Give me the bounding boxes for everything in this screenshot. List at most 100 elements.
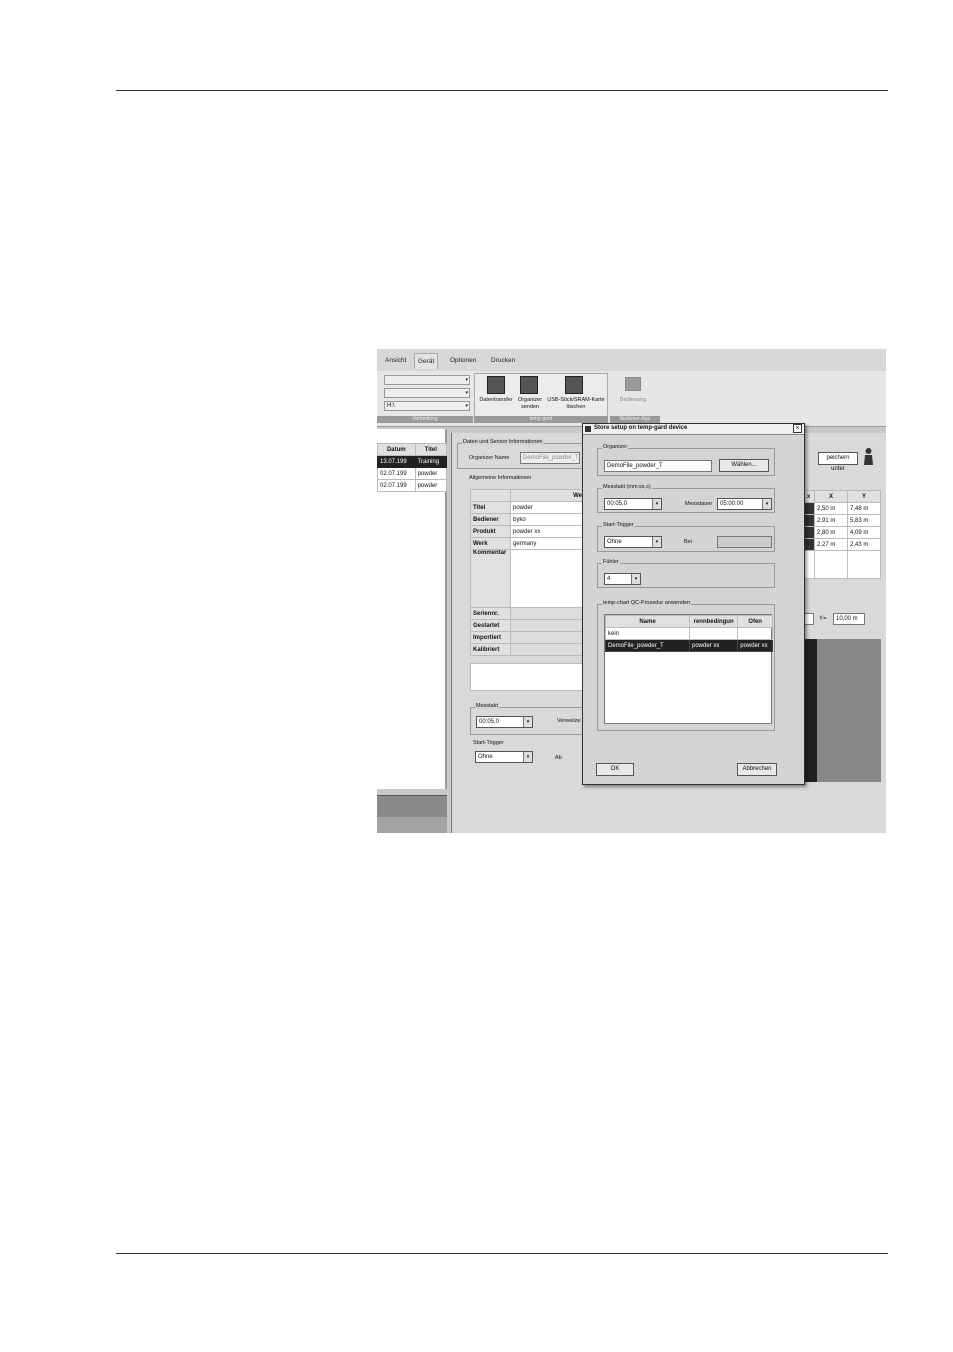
info-label: Kommentar [470,549,511,608]
list-row-date: 02.07.199 [377,479,416,492]
list-row[interactable]: 02.07.199 powder [377,479,448,492]
table-row[interactable]: 2,27 m 2,43 m [802,538,881,551]
person-icon [863,447,874,465]
qc-row[interactable]: kein [605,627,773,640]
connection-path-combo[interactable]: H:\ ▾ [384,401,470,411]
tab-drucken[interactable]: Drucken [488,353,518,369]
qc-row[interactable]: DemoFile_powder_T powder xx powder xx [605,639,773,652]
info-table-value-header: We [510,489,585,502]
info-label: Kalibriert [470,643,511,656]
messtakt-dropdown[interactable]: 00:05,0 ▾ [604,498,662,510]
organizer-name-field[interactable]: DemoFile_powder_T [520,452,580,464]
list-row-title: Training [414,455,448,468]
info-table-empty-area [470,663,585,691]
organizer-send-icon[interactable] [520,376,538,394]
application-screenshot: Ansicht Gerät Optionen Drucken ▾ ▾ H:\ ▾ … [377,349,886,833]
usb-delete-icon[interactable] [565,376,583,394]
table-row[interactable]: 2,91 m 5,83 m [802,514,881,527]
coordinates-table: x X Y 2,50 m 7,48 m 2,91 m 5,83 m 2,80 m 4,… [802,490,881,579]
chevron-down-icon[interactable]: ▾ [523,717,532,727]
organizer-field[interactable]: DemoFile_powder_T [604,460,712,472]
qc-row-name: DemoFile_powder_T [605,639,690,652]
qc-row-condition [688,627,739,640]
info-table-corner [470,489,511,502]
qc-row-name: kein [605,627,690,640]
dialog-title-bar: Store setup on temp-gard device × [583,424,804,435]
layout-preview-image [804,639,881,782]
header-rule [116,90,888,91]
list-row[interactable]: 13.07.199 Training [377,455,448,468]
qc-row-condition: powder xx [688,639,739,652]
messtakt-dropdown-bg[interactable]: 00:05,0 ▾ [476,716,533,728]
info-label: Gestartet [470,619,511,632]
ab-label: Ab [555,755,562,761]
list-header-title[interactable]: Titel [414,443,448,456]
list-row[interactable]: 02.07.199 powder [377,467,448,480]
data-transfer-button-label[interactable]: Datentransfer [476,397,516,404]
tab-optionen[interactable]: Optionen [447,353,479,369]
data-transfer-icon[interactable] [487,376,505,394]
start-trigger-dropdown[interactable]: Ohne ▾ [604,536,662,548]
qc-procedure-list[interactable]: Name rennbedingun Ofen kein DemoFile_pow… [604,614,773,724]
close-icon[interactable]: × [793,424,802,433]
qc-header-condition[interactable]: rennbedingun [688,615,739,628]
x-value-field[interactable] [804,613,814,625]
qc-header-name[interactable]: Name [605,615,690,628]
start-trigger-dropdown-bg-value: Ohne [478,754,493,760]
info-label: Werk [470,537,511,550]
table-row[interactable]: Kommentar [470,549,585,608]
ok-button[interactable]: OK [596,763,634,776]
left-panel-footer [377,817,447,833]
qc-row-oven: powder xx [737,639,773,652]
usb-delete-button-label[interactable]: USB-Stick/SRAM-Karte löschen [544,397,608,410]
table-row[interactable]: 2,80 m 4,09 m [802,526,881,539]
table-row[interactable]: Bediener byko [470,513,585,526]
info-value [510,607,585,620]
table-row[interactable]: Gestartet [470,619,585,632]
organizer-group-label: Organizer [602,444,629,450]
dialog-app-icon [585,426,591,432]
fuehler-dropdown-value: 4 [607,576,611,582]
table-row[interactable]: Seriennr. [470,607,585,620]
connection-combo-2[interactable]: ▾ [384,388,470,398]
fuehler-dropdown[interactable]: 4 ▾ [604,573,641,585]
messdauer-dropdown[interactable]: 05:00:00 ▾ [717,498,772,510]
info-value[interactable] [510,549,585,608]
general-info-table: We Titel powder Bediener byko Produkt powde… [470,489,585,656]
operation-icon[interactable] [625,377,641,391]
chevron-down-icon[interactable]: ▾ [652,537,661,547]
table-row[interactable]: Titel powder [470,501,585,514]
info-value [510,619,585,632]
table-row [802,550,881,579]
footer-rule [116,1253,888,1254]
info-label: Bediener [470,513,511,526]
save-under-button[interactable]: peichern unter [818,452,858,472]
coord-x: 2,91 m [814,514,848,527]
messtakt-group-title: Messtakt (mm:ss,s) [602,484,652,490]
table-row[interactable]: 2,50 m 7,48 m [802,502,881,515]
group-verbindung: Verbindung [377,416,473,423]
operation-button-label[interactable]: Bedienung [613,397,653,404]
qc-header-oven[interactable]: Ofen [737,615,773,628]
y-value-field[interactable]: 10,00 m [833,613,865,625]
data-sensor-info-title: Daten und Sensor Informationen [462,439,544,445]
coord-y: 4,09 m [847,526,881,539]
table-row[interactable]: Produkt powder xx [470,525,585,538]
chevron-down-icon[interactable]: ▾ [523,752,532,762]
organizer-send-button-label[interactable]: Organizer senden [515,397,545,410]
table-row[interactable]: Importiert [470,631,585,644]
choose-button[interactable]: Wählen... [719,459,769,472]
connection-combo-1[interactable]: ▾ [384,375,470,385]
list-header-date[interactable]: Datum [377,443,416,456]
info-value: germany [510,537,585,550]
start-trigger-dropdown-bg[interactable]: Ohne ▾ [475,751,533,763]
tab-geraet[interactable]: Gerät [414,353,439,369]
table-row[interactable]: Kalibriert [470,643,585,656]
cancel-button[interactable]: Abbrechen [737,763,777,776]
chevron-down-icon[interactable]: ▾ [631,574,640,584]
bei-field [717,536,772,548]
table-row[interactable]: Werk germany [470,537,585,550]
chevron-down-icon[interactable]: ▾ [652,499,661,509]
tab-ansicht[interactable]: Ansicht [382,353,409,369]
chevron-down-icon[interactable]: ▾ [762,499,771,509]
